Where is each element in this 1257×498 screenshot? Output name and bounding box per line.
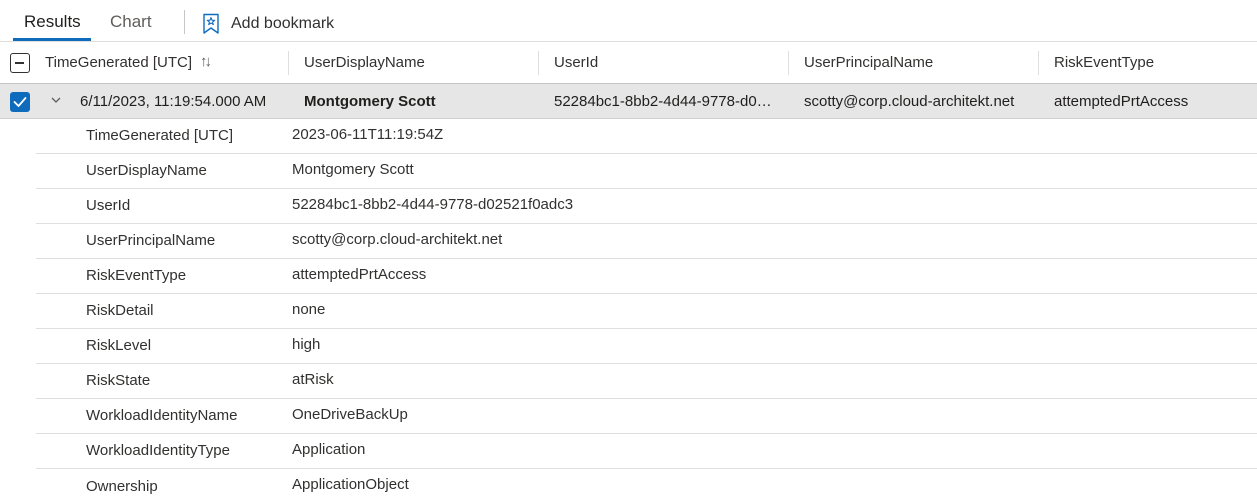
- toolbar-divider: [184, 10, 185, 34]
- detail-key: RiskDetail: [86, 302, 154, 319]
- column-header-riskeventtype[interactable]: RiskEventType: [1054, 54, 1154, 71]
- column-header-userid[interactable]: UserId: [554, 54, 598, 71]
- column-divider[interactable]: [1038, 51, 1039, 75]
- cell-userprincipalname: scotty@corp.cloud-architekt.net: [804, 93, 1015, 110]
- bookmark-add-icon: [202, 13, 220, 35]
- detail-row: RiskDetail none: [36, 294, 1257, 329]
- detail-key: UserId: [86, 197, 131, 214]
- add-bookmark-button[interactable]: Add bookmark: [202, 12, 334, 36]
- select-all-checkbox[interactable]: [10, 53, 30, 73]
- detail-value: Montgomery Scott: [292, 161, 414, 178]
- detail-value: Application: [292, 441, 366, 458]
- column-divider[interactable]: [788, 51, 789, 75]
- detail-key: RiskEventType: [86, 267, 187, 284]
- detail-key: RiskLevel: [86, 337, 152, 354]
- row-checkbox[interactable]: [10, 92, 30, 112]
- detail-key: WorkloadIdentityName: [86, 407, 238, 424]
- chevron-down-icon[interactable]: [50, 92, 62, 113]
- detail-row: Ownership ApplicationObject: [36, 469, 1257, 498]
- table-header: TimeGenerated [UTC] ↑↓ UserDisplayName U…: [0, 42, 1257, 84]
- tab-chart[interactable]: Chart: [110, 12, 152, 32]
- detail-row: WorkloadIdentityName OneDriveBackUp: [36, 399, 1257, 434]
- detail-row: UserId 52284bc1-8bb2-4d44-9778-d02521f0a…: [36, 189, 1257, 224]
- detail-key: UserDisplayName: [86, 162, 207, 179]
- detail-row: RiskState atRisk: [36, 364, 1257, 399]
- detail-row: TimeGenerated [UTC] 2023-06-11T11:19:54Z: [36, 119, 1257, 154]
- detail-row: WorkloadIdentityType Application: [36, 434, 1257, 469]
- results-toolbar: Results Chart Add bookmark: [0, 0, 1257, 42]
- column-header-timegenerated[interactable]: TimeGenerated [UTC]: [45, 54, 192, 71]
- detail-value: high: [292, 336, 321, 353]
- detail-key: RiskState: [86, 372, 151, 389]
- detail-value: none: [292, 301, 326, 318]
- detail-value: scotty@corp.cloud-architekt.net: [292, 231, 503, 248]
- detail-row: RiskEventType attemptedPrtAccess: [36, 259, 1257, 294]
- detail-value: 2023-06-11T11:19:54Z: [292, 126, 444, 143]
- column-header-userdisplayname[interactable]: UserDisplayName: [304, 54, 425, 71]
- sort-icon[interactable]: ↑↓: [200, 53, 212, 70]
- detail-key: Ownership: [86, 478, 158, 495]
- detail-value: atRisk: [292, 371, 334, 388]
- detail-value: OneDriveBackUp: [292, 406, 408, 423]
- detail-key: WorkloadIdentityType: [86, 442, 230, 459]
- active-tab-indicator: [13, 38, 91, 41]
- cell-riskeventtype: attemptedPrtAccess: [1054, 93, 1189, 110]
- detail-row: UserDisplayName Montgomery Scott: [36, 154, 1257, 189]
- cell-userdisplayname: Montgomery Scott: [304, 93, 436, 110]
- column-divider[interactable]: [288, 51, 289, 75]
- cell-userid: 52284bc1-8bb2-4d44-9778-d0…: [554, 93, 772, 110]
- detail-row: RiskLevel high: [36, 329, 1257, 364]
- detail-row: UserPrincipalName scotty@corp.cloud-arch…: [36, 224, 1257, 259]
- column-header-userprincipalname[interactable]: UserPrincipalName: [804, 54, 933, 71]
- detail-value: ApplicationObject: [292, 476, 409, 493]
- add-bookmark-label: Add bookmark: [231, 15, 335, 32]
- checkmark-icon: [13, 97, 27, 107]
- detail-value: attemptedPrtAccess: [292, 266, 427, 283]
- detail-key: TimeGenerated [UTC]: [86, 127, 233, 144]
- column-divider[interactable]: [538, 51, 539, 75]
- cell-timegenerated: 6/11/2023, 11:19:54.000 AM: [80, 93, 267, 110]
- tab-results[interactable]: Results: [24, 12, 81, 32]
- table-row-selected[interactable]: 6/11/2023, 11:19:54.000 AM Montgomery Sc…: [0, 84, 1257, 119]
- detail-value: 52284bc1-8bb2-4d44-9778-d02521f0adc3: [292, 196, 574, 213]
- detail-key: UserPrincipalName: [86, 232, 216, 249]
